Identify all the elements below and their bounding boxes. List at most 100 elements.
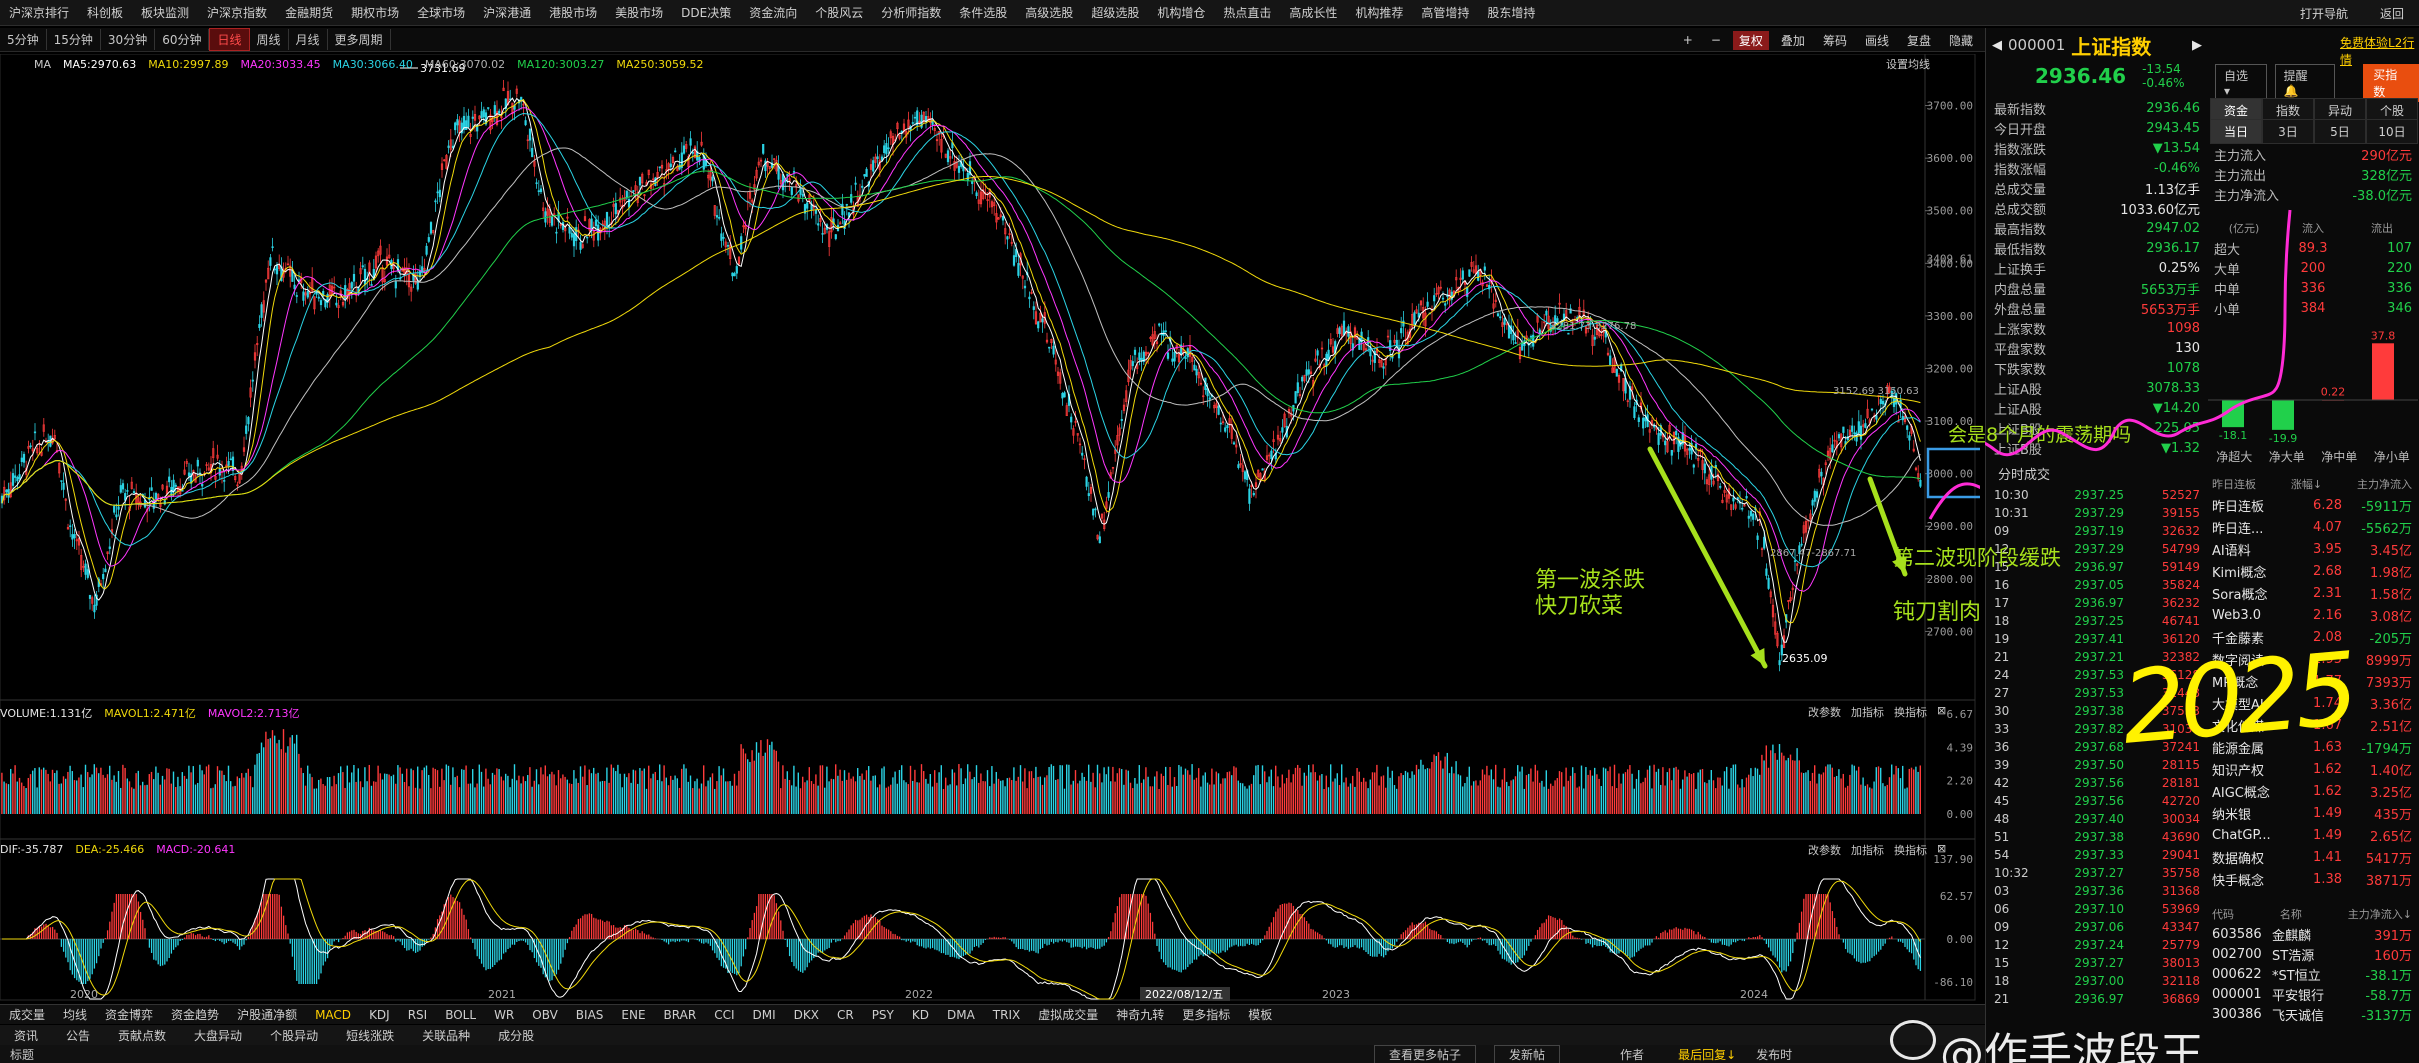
period-tab[interactable]: 15分钟 <box>47 29 101 50</box>
indicator-tab[interactable]: MACD <box>306 1008 360 1022</box>
indicator-tab[interactable]: 成交量 <box>0 1006 54 1023</box>
indicator-tab[interactable]: 资金博弈 <box>96 1006 162 1023</box>
sector-name[interactable]: 知识产权 <box>2212 760 2292 779</box>
fund-period-tab[interactable]: 当日 <box>2210 119 2262 144</box>
volume-switch-indicator[interactable]: 换指标 <box>1894 704 1927 720</box>
indicator-tab[interactable]: 更多指标 <box>1173 1006 1239 1023</box>
menu-item[interactable]: 热点直击 <box>1214 4 1280 21</box>
news-tab[interactable]: 大盘异动 <box>180 1027 256 1044</box>
news-tab[interactable]: 公告 <box>52 1027 104 1044</box>
new-post-button[interactable]: 发新帖 <box>1494 1044 1561 1063</box>
menu-item[interactable]: 资金流向 <box>740 4 806 21</box>
menu-item[interactable]: 沪深京排行 <box>0 4 78 21</box>
period-tab[interactable]: 30分钟 <box>101 29 156 50</box>
indicator-tab[interactable]: CR <box>828 1008 863 1022</box>
indicator-tab[interactable]: DMI <box>743 1008 784 1022</box>
menu-item[interactable]: 分析师指数 <box>872 4 950 21</box>
indicator-tab[interactable]: 神奇九转 <box>1107 1006 1173 1023</box>
overlay-button[interactable]: 叠加 <box>1775 31 1811 50</box>
back-link[interactable]: 返回 <box>2371 5 2413 22</box>
menu-item[interactable]: 股东增持 <box>1478 4 1544 21</box>
stock-code[interactable]: 000622 <box>2212 967 2268 982</box>
stock-code[interactable]: 000001 <box>2212 987 2268 1002</box>
indicator-tab[interactable]: 虚拟成交量 <box>1029 1006 1107 1023</box>
indicator-tab[interactable]: 沪股通净额 <box>228 1006 306 1023</box>
indicator-tab[interactable]: CCI <box>705 1008 743 1022</box>
indicator-tab[interactable]: BIAS <box>567 1008 613 1022</box>
macd-add-indicator[interactable]: 加指标 <box>1851 842 1884 858</box>
news-tab[interactable]: 成分股 <box>484 1027 548 1044</box>
close-icon[interactable]: ⊠ <box>1937 842 1946 858</box>
hide-button[interactable]: 隐藏 <box>1943 31 1979 50</box>
indicator-tab[interactable]: DKX <box>785 1008 828 1022</box>
news-tab[interactable]: 贡献点数 <box>104 1027 180 1044</box>
prev-arrow-icon[interactable]: ◀ <box>1992 38 2002 53</box>
period-tab[interactable]: 5分钟 <box>0 29 47 50</box>
menu-item[interactable]: 科创板 <box>78 4 132 21</box>
news-tab[interactable]: 关联品种 <box>408 1027 484 1044</box>
fund-period-tab[interactable]: 3日 <box>2262 119 2314 144</box>
menu-item[interactable]: 高级选股 <box>1016 4 1082 21</box>
stock-name[interactable]: ST浩源 <box>2272 945 2342 964</box>
news-tab[interactable]: 资讯 <box>0 1027 52 1044</box>
stock-code[interactable]: 603586 <box>2212 927 2268 942</box>
indicator-tab[interactable]: KDJ <box>360 1008 399 1022</box>
volume-edit-params[interactable]: 改参数 <box>1808 704 1841 720</box>
sector-name[interactable]: ChatGP... <box>2212 828 2292 843</box>
ma-settings-button[interactable]: 设置均线 <box>1886 56 1930 72</box>
news-tab[interactable]: 个股异动 <box>256 1027 332 1044</box>
zoom-in-button[interactable]: + <box>1677 32 1699 48</box>
indicator-tab[interactable]: 均线 <box>54 1006 96 1023</box>
menu-item[interactable]: 高成长性 <box>1280 4 1346 21</box>
indicator-tab[interactable]: TRIX <box>984 1008 1029 1022</box>
period-tab[interactable]: 更多周期 <box>328 29 391 50</box>
alert-button[interactable]: 提醒 🔔 <box>2274 64 2336 102</box>
indicator-tab[interactable]: BRAR <box>655 1008 706 1022</box>
indicator-tab[interactable]: PSY <box>863 1008 903 1022</box>
add-watchlist-button[interactable]: 自选 ▾ <box>2215 64 2267 102</box>
chips-button[interactable]: 筹码 <box>1817 31 1853 50</box>
fund-period-tab[interactable]: 10日 <box>2366 119 2418 144</box>
kline-chart[interactable]: 3700.003600.003500.003400.003300.003200.… <box>0 54 1980 1004</box>
indicator-tab[interactable]: KD <box>903 1008 938 1022</box>
menu-item[interactable]: 高管增持 <box>1412 4 1478 21</box>
menu-item[interactable]: 条件选股 <box>950 4 1016 21</box>
indicator-tab[interactable]: DMA <box>938 1008 984 1022</box>
period-tab[interactable]: 日线 <box>209 28 250 51</box>
fund-period-tab[interactable]: 5日 <box>2314 119 2366 144</box>
zoom-out-button[interactable]: − <box>1705 32 1727 48</box>
menu-item[interactable]: 超级选股 <box>1082 4 1148 21</box>
menu-item[interactable]: 港股市场 <box>540 4 606 21</box>
buy-index-button[interactable]: 买指数 <box>2363 64 2419 102</box>
open-nav-link[interactable]: 打开导航 <box>2291 5 2357 22</box>
period-tab[interactable]: 60分钟 <box>155 29 210 50</box>
indicator-tab[interactable]: OBV <box>523 1008 567 1022</box>
menu-item[interactable]: 全球市场 <box>408 4 474 21</box>
stock-name[interactable]: 飞天诚信 <box>2272 1005 2342 1024</box>
restore-rights-button[interactable]: 复权 <box>1732 30 1769 50</box>
macd-edit-params[interactable]: 改参数 <box>1808 842 1841 858</box>
close-icon[interactable]: ⊠ <box>1937 704 1946 720</box>
draw-line-button[interactable]: 画线 <box>1859 31 1895 50</box>
next-arrow-icon[interactable]: ▶ <box>2192 38 2202 53</box>
stock-name[interactable]: 平安银行 <box>2272 985 2342 1004</box>
period-tab[interactable]: 月线 <box>289 29 328 50</box>
news-tab[interactable]: 短线涨跌 <box>332 1027 408 1044</box>
menu-item[interactable]: DDE决策 <box>672 4 740 21</box>
more-posts-button[interactable]: 查看更多帖子 <box>1374 1044 1477 1063</box>
sector-name[interactable]: 纳米银 <box>2212 804 2292 823</box>
menu-item[interactable]: 沪深港通 <box>474 4 540 21</box>
volume-add-indicator[interactable]: 加指标 <box>1851 704 1884 720</box>
l2-promo-link[interactable]: 免费体验L2行情 <box>2340 34 2419 68</box>
indicator-tab[interactable]: ENE <box>612 1008 654 1022</box>
menu-item[interactable]: 美股市场 <box>606 4 672 21</box>
stock-name[interactable]: 金麒麟 <box>2272 925 2342 944</box>
last-reply-col[interactable]: 最后回复↓ <box>1678 1046 1736 1063</box>
menu-item[interactable]: 期权市场 <box>342 4 408 21</box>
indicator-tab[interactable]: BOLL <box>436 1008 485 1022</box>
macd-switch-indicator[interactable]: 换指标 <box>1894 842 1927 858</box>
indicator-tab[interactable]: WR <box>485 1008 523 1022</box>
replay-button[interactable]: 复盘 <box>1901 31 1937 50</box>
menu-item[interactable]: 板块监测 <box>132 4 198 21</box>
stock-name[interactable]: *ST恒立 <box>2272 965 2342 984</box>
